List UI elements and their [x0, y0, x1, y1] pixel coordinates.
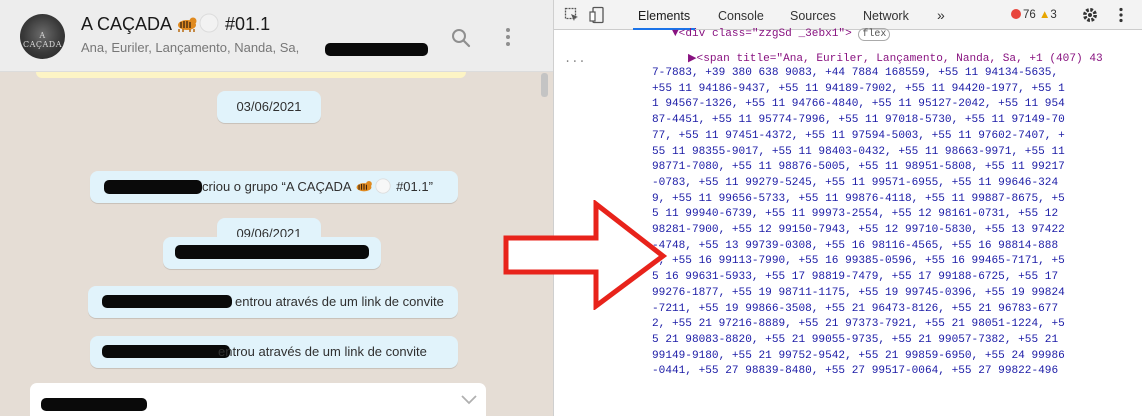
code-line-text: 98771-7080, +55 11 98876-5005, +55 11 98…	[652, 161, 1065, 174]
code-line-text: 55 11 98355-9017, +55 11 98403-0432, +55…	[652, 145, 1065, 158]
group-title-suffix: #01.1	[220, 14, 271, 34]
search-icon[interactable]	[451, 28, 471, 48]
code-line-text: 5 16 99631-5933, +55 17 98819-7479, +55 …	[652, 271, 1059, 284]
warning-count: 3	[1050, 9, 1057, 21]
chevron-down-icon[interactable]	[460, 393, 478, 405]
redacted-block	[41, 398, 147, 411]
tab-sources[interactable]: Sources	[790, 9, 836, 23]
pinned-message-edge	[36, 72, 466, 78]
system-message-joined: entrou através de um link de convite	[90, 336, 458, 368]
group-title[interactable]: A CAÇADA #01.1	[81, 13, 270, 35]
tab-elements[interactable]: Elements	[638, 9, 690, 23]
issues-counter[interactable]: 76 ▲3	[1011, 9, 1057, 21]
warning-triangle-icon: ▲	[1039, 9, 1051, 21]
chat-header[interactable]: A CAÇADA A CAÇADA #01.1 Ana, Euriler, La…	[0, 0, 553, 72]
code-line-text: -4748, +55 13 99739-0308, +55 16 98116-4…	[652, 239, 1059, 252]
code-line-text: 77, +55 11 97451-4372, +55 11 97594-5003…	[652, 129, 1065, 142]
system-message-joined: entrou através de um link de convite	[88, 286, 458, 318]
group-created-tail: #01.1”	[392, 179, 433, 194]
code-line-text: 7-7883, +39 380 638 9083, +44 7884 16855…	[652, 67, 1059, 79]
error-dot-icon	[1011, 9, 1021, 19]
redacted-block	[102, 295, 232, 308]
tab-network[interactable]: Network	[863, 9, 909, 23]
code-line-text: 2, +55 21 97216-8889, +55 21 97373-7921,…	[652, 318, 1065, 331]
group-created-text: criou o grupo “A CAÇADA #01.1”	[202, 178, 433, 194]
code-line-text: -7211, +55 19 99866-3508, +55 21 96473-8…	[652, 302, 1059, 315]
joined-text: entrou através de um link de convite	[218, 344, 427, 359]
redacted-block	[102, 345, 230, 358]
date-text: 03/06/2021	[236, 99, 302, 114]
code-line-text: 9, +55 11 99656-5733, +55 11 99876-4118,…	[652, 192, 1065, 205]
white-circle-emoji-icon	[199, 13, 219, 33]
redacted-block	[325, 43, 428, 56]
redacted-block	[175, 245, 369, 259]
code-line-text: 87-4451, +55 11 95774-7996, +55 11 97018…	[652, 114, 1065, 127]
code-line-text: -0441, +55 27 98839-8480, +55 27 99517-0…	[652, 365, 1059, 378]
vertical-dots-icon[interactable]	[1118, 7, 1124, 23]
chat-scrollbar[interactable]	[541, 73, 548, 97]
code-line-text: +55 11 94186-9437, +55 11 94189-7902, +5…	[652, 82, 1065, 95]
dom-span-title: ▶<span title="Ana, Euriler, Lançamento, …	[688, 53, 1103, 65]
gear-icon[interactable]	[1082, 7, 1098, 23]
message-bubble[interactable]	[30, 383, 486, 416]
joined-text: entrou através de um link de convite	[235, 294, 444, 309]
group-participants[interactable]: Ana, Euriler, Lançamento, Nanda, Sa,	[81, 40, 299, 55]
redacted-block	[104, 180, 202, 194]
group-avatar[interactable]: A CAÇADA	[20, 14, 65, 59]
tab-overflow[interactable]: »	[937, 7, 945, 23]
dom-ellipsis[interactable]: ...	[564, 52, 586, 66]
code-line-text: 0, +55 16 99113-7990, +55 16 99385-0596,…	[652, 255, 1065, 268]
devtools-toolbar: Elements Console Sources Network » 76 ▲3	[554, 0, 1142, 30]
code-line-text: 5 21 98083-8820, +55 21 99055-9735, +55 …	[652, 333, 1059, 346]
avatar-text: A CAÇADA	[23, 31, 62, 49]
code-line-text: -0783, +55 11 99279-5245, +55 11 99571-6…	[652, 176, 1059, 189]
error-count: 76	[1023, 9, 1036, 21]
white-circle-emoji-icon	[375, 178, 392, 194]
system-message-added	[163, 237, 381, 269]
system-message-group-created: criou o grupo “A CAÇADA #01.1”	[90, 171, 458, 203]
code-line-text: 5 11 99940-6739, +55 11 99973-2554, +55 …	[652, 208, 1059, 221]
code-line-text: 99149-9180, +55 21 99752-9542, +55 21 99…	[652, 349, 1065, 362]
inspect-element-icon[interactable]	[564, 7, 580, 23]
participants-text: Ana, Euriler, Lançamento, Nanda, Sa,	[81, 40, 300, 55]
device-toolbar-icon[interactable]	[589, 6, 605, 24]
dom-tag: ▼<div class="zzgSd _3ebx1">	[672, 28, 852, 40]
whatsapp-chat-panel: A CAÇADA A CAÇADA #01.1 Ana, Euriler, La…	[0, 0, 553, 416]
tiger-emoji-icon	[178, 17, 197, 32]
flex-badge[interactable]: flex	[858, 28, 891, 41]
date-divider: 03/06/2021	[217, 91, 321, 123]
code-line-text: 98281-7900, +55 12 99150-7943, +55 12 99…	[652, 224, 1065, 236]
group-created-main: criou o grupo “A CAÇADA	[202, 179, 355, 194]
code-line-text: 1 94567-1326, +55 11 94766-4840, +55 11 …	[652, 98, 1065, 111]
red-arrow-annotation	[503, 200, 668, 310]
tiger-emoji-icon	[357, 181, 373, 192]
code-line-text: 99276-1877, +55 19 98711-1175, +55 19 99…	[652, 286, 1065, 299]
kebab-menu-icon[interactable]	[500, 26, 516, 48]
tab-console[interactable]: Console	[718, 9, 764, 23]
group-title-text: A CAÇADA	[81, 14, 177, 34]
